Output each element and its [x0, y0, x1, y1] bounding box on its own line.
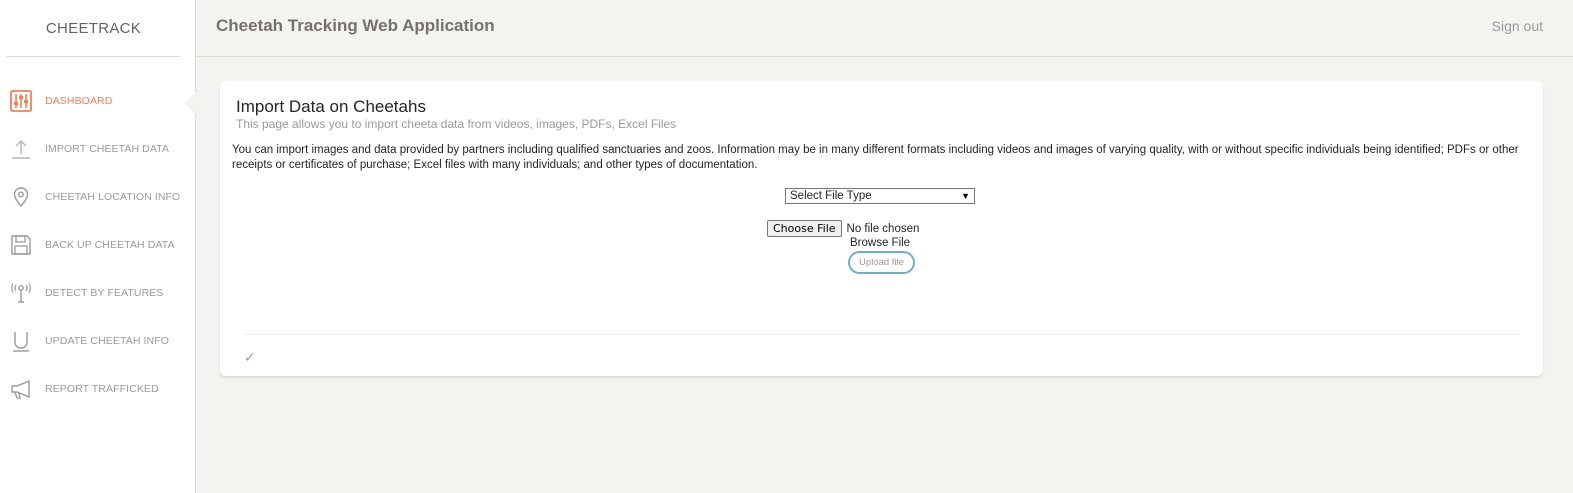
browse-file-label: Browse File — [850, 237, 911, 249]
antenna-icon — [10, 282, 32, 304]
card-footer-divider — [244, 334, 1519, 335]
location-pin-icon — [10, 186, 32, 208]
sliders-icon — [10, 90, 32, 112]
floppy-disk-icon — [10, 234, 32, 256]
sidebar-item-label: DASHBOARD — [45, 95, 113, 107]
sidebar-item-label: UPDATE CHEETAH INFO — [45, 335, 170, 347]
sidebar: CHEETRACK DASHBOARD IMPORT CHEETAH DATA … — [0, 0, 197, 493]
sidebar-item-import-cheetah-data[interactable]: IMPORT CHEETAH DATA — [0, 126, 196, 174]
import-data-card: Import Data on Cheetahs This page allows… — [220, 81, 1543, 376]
file-type-select-value: Select File Type — [790, 190, 872, 202]
upload-icon — [10, 138, 32, 160]
page-title[interactable]: Cheetah Tracking Web Application — [216, 16, 495, 36]
sidebar-item-update-cheetah-info[interactable]: UPDATE CHEETAH INFO — [0, 318, 196, 366]
active-indicator — [183, 90, 197, 116]
sidebar-item-label: REPORT TRAFFICKED — [45, 383, 159, 395]
caret-down-icon: ▼ — [961, 191, 970, 201]
sidebar-item-dashboard[interactable]: DASHBOARD — [0, 78, 197, 126]
sign-out-link[interactable]: Sign out — [1492, 18, 1543, 34]
sidebar-item-label: IMPORT CHEETAH DATA — [45, 143, 170, 155]
card-subtitle: This page allows you to import cheeta da… — [236, 117, 677, 131]
choose-file-button[interactable]: Choose File — [767, 220, 842, 237]
card-title: Import Data on Cheetahs — [236, 97, 426, 116]
upload-file-button[interactable]: Upload file — [848, 251, 915, 274]
sidebar-item-cheetah-location-info[interactable]: CHEETAH LOCATION INFO — [0, 174, 196, 222]
sidebar-item-back-up-cheetah-data[interactable]: BACK UP CHEETAH DATA — [0, 222, 196, 270]
sidebar-item-report-trafficked[interactable]: REPORT TRAFFICKED — [0, 366, 196, 414]
megaphone-icon — [10, 378, 32, 400]
file-input: Choose File No file chosen — [767, 220, 919, 237]
top-navbar: Cheetah Tracking Web Application Sign ou… — [196, 0, 1573, 57]
file-type-select[interactable]: Select File Type ▼ — [785, 188, 975, 204]
sidebar-item-label: CHEETAH LOCATION INFO — [45, 191, 181, 203]
sidebar-item-label: BACK UP CHEETAH DATA — [45, 239, 175, 251]
sidebar-item-detect-by-features[interactable]: DETECT BY FEATURES — [0, 270, 196, 318]
sidebar-item-label: DETECT BY FEATURES — [45, 287, 164, 299]
sidebar-nav: DASHBOARD IMPORT CHEETAH DATA CHEETAH LO… — [0, 78, 197, 414]
brand-logo[interactable]: CHEETRACK — [6, 0, 181, 57]
magnet-icon — [10, 330, 32, 352]
checkmark-icon: ✓ — [244, 349, 256, 365]
file-status-text: No file chosen — [846, 222, 920, 235]
card-description: You can import images and data provided … — [232, 144, 1519, 171]
